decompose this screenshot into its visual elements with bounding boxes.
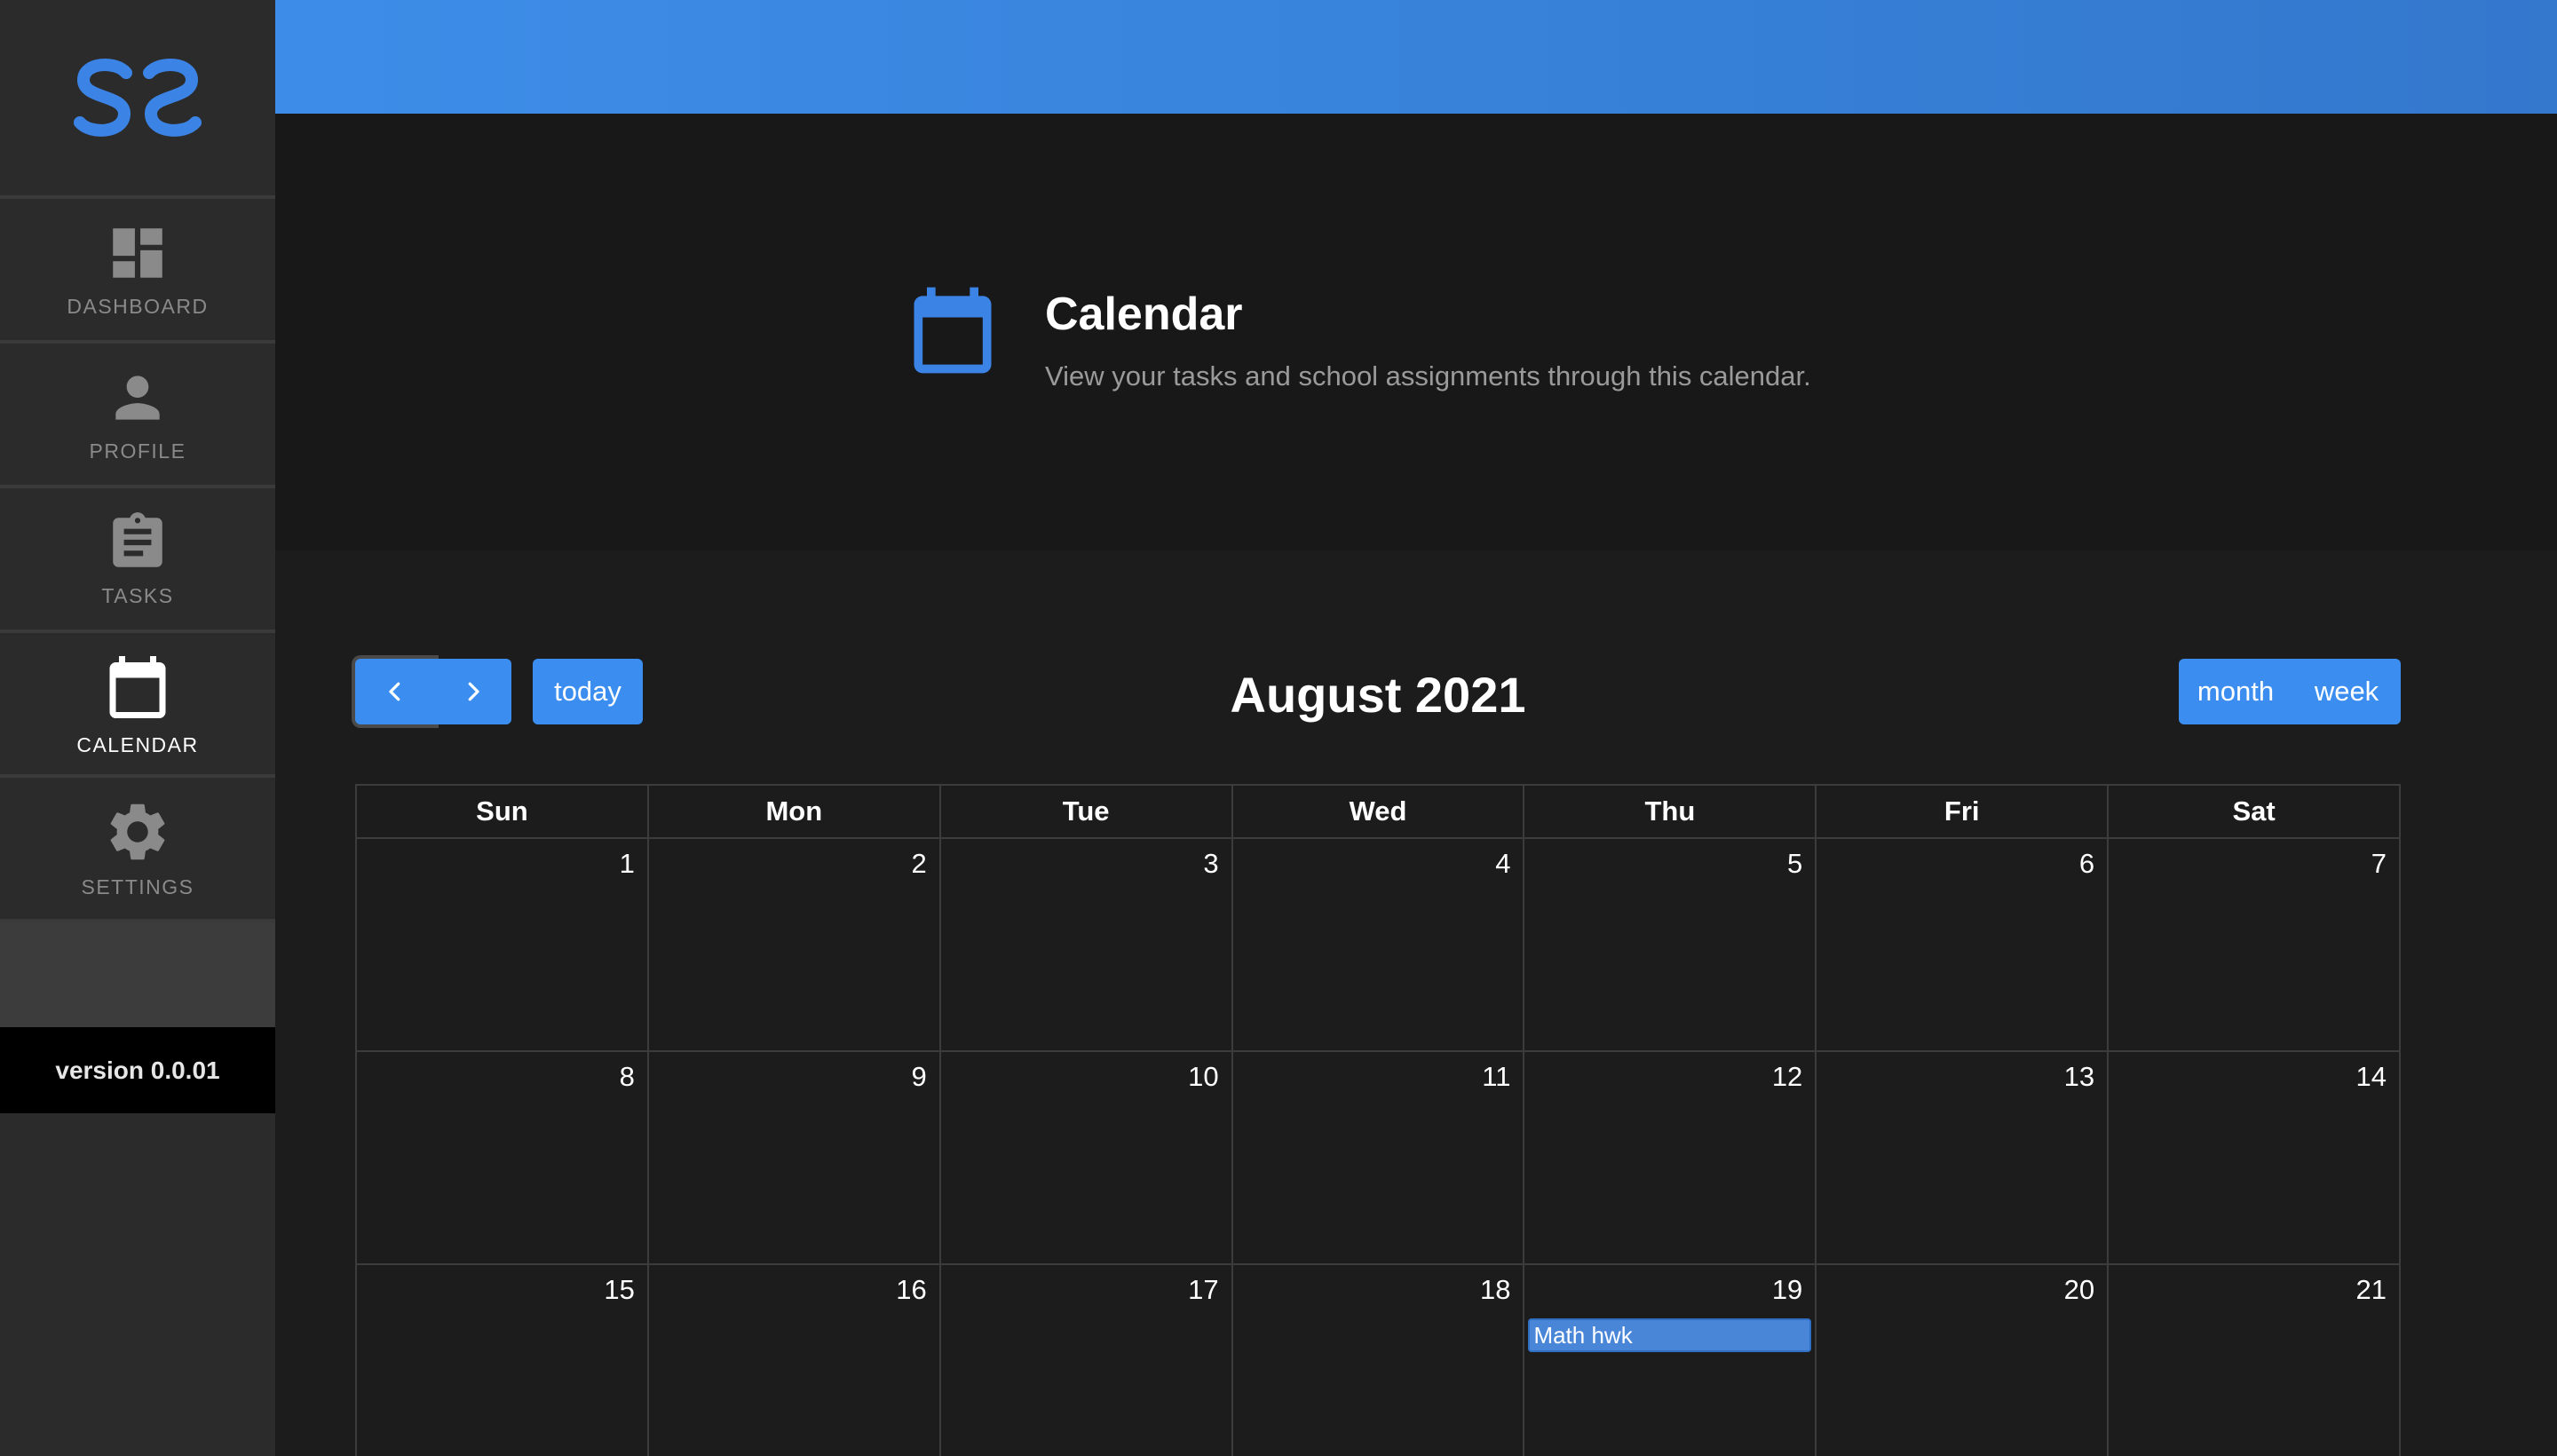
view-switcher: month week: [2179, 659, 2401, 724]
day-number[interactable]: 5: [1787, 848, 1802, 880]
sidebar-item-label: CALENDAR: [76, 733, 199, 756]
page-title: Calendar: [1045, 289, 1243, 340]
day-cell[interactable]: 21: [2109, 1265, 2402, 1456]
day-cell[interactable]: 20: [1817, 1265, 2110, 1456]
day-number[interactable]: 13: [2064, 1061, 2094, 1093]
day-cell[interactable]: 5: [1524, 839, 1817, 1052]
sidebar-item-calendar[interactable]: CALENDAR: [0, 633, 275, 778]
day-number[interactable]: 2: [911, 848, 926, 880]
sidebar-item-label: DASHBOARD: [67, 295, 209, 318]
day-cell[interactable]: 15: [357, 1265, 649, 1456]
day-cell[interactable]: 4: [1232, 839, 1525, 1052]
day-cell[interactable]: 10: [940, 1052, 1233, 1265]
month-view-button[interactable]: month: [2179, 659, 2292, 724]
sidebar-item-dashboard[interactable]: DASHBOARD: [0, 199, 275, 344]
weekday-header: Thu: [1524, 786, 1817, 839]
day-number[interactable]: 18: [1480, 1274, 1510, 1306]
day-number[interactable]: 10: [1188, 1061, 1218, 1093]
calendar-container: today August 2021 month week Sun Mon Tue…: [275, 550, 2557, 1456]
day-number[interactable]: 1: [620, 848, 635, 880]
weekday-header: Wed: [1232, 786, 1525, 839]
version-label: version 0.0.01: [0, 1027, 275, 1113]
day-number[interactable]: 17: [1188, 1274, 1218, 1306]
day-number[interactable]: 19: [1772, 1274, 1802, 1306]
calendar-icon: [100, 650, 175, 724]
day-number[interactable]: 16: [896, 1274, 926, 1306]
day-cell[interactable]: 16: [649, 1265, 941, 1456]
sidebar-item-label: PROFILE: [89, 439, 186, 463]
clipboard-icon: [105, 510, 170, 575]
sidebar-item-label: TASKS: [101, 584, 174, 607]
week-row: 15 16 17 18 19 Math hwk 20 21: [357, 1265, 2402, 1456]
day-cell[interactable]: 11: [1232, 1052, 1525, 1265]
today-button[interactable]: today: [533, 659, 643, 724]
day-cell[interactable]: 13: [1817, 1052, 2110, 1265]
top-bar: [275, 0, 2557, 114]
page-header: Calendar View your tasks and school assi…: [275, 114, 2557, 550]
day-cell[interactable]: 14: [2109, 1052, 2402, 1265]
day-cell[interactable]: 8: [357, 1052, 649, 1265]
dashboard-icon: [105, 220, 170, 286]
sidebar-item-label: SETTINGS: [81, 875, 194, 898]
day-cell[interactable]: 1: [357, 839, 649, 1052]
next-month-button[interactable]: [435, 659, 511, 724]
calendar-toolbar: today August 2021 month week: [355, 659, 2401, 728]
day-cell[interactable]: 12: [1524, 1052, 1817, 1265]
weekday-header: Tue: [940, 786, 1233, 839]
calendar-nav-group: [355, 659, 511, 724]
weekday-header: Sun: [357, 786, 649, 839]
day-number[interactable]: 9: [911, 1061, 926, 1093]
sidebar: DASHBOARD PROFILE TASKS CALENDAR SETTING…: [0, 0, 275, 1456]
day-cell[interactable]: 7: [2109, 839, 2402, 1052]
day-cell[interactable]: 3: [940, 839, 1233, 1052]
calendar-event[interactable]: Math hwk: [1528, 1318, 1812, 1352]
prev-month-button[interactable]: [355, 659, 435, 724]
day-number[interactable]: 14: [2356, 1061, 2387, 1093]
day-number[interactable]: 12: [1772, 1061, 1802, 1093]
weekday-header: Sat: [2109, 786, 2402, 839]
person-icon: [105, 365, 170, 431]
week-row: 1 2 3 4 5 6 7: [357, 839, 2402, 1052]
chevron-right-icon: [468, 682, 479, 701]
day-number[interactable]: 4: [1495, 848, 1510, 880]
day-cell[interactable]: 9: [648, 1052, 941, 1265]
day-number[interactable]: 7: [2371, 848, 2387, 880]
day-cell[interactable]: 2: [648, 839, 941, 1052]
calendar-icon: [901, 279, 1004, 386]
day-number[interactable]: 6: [2079, 848, 2094, 880]
sidebar-item-tasks[interactable]: TASKS: [0, 488, 275, 633]
chevron-left-icon: [389, 682, 400, 701]
day-number[interactable]: 11: [1482, 1061, 1510, 1093]
logo[interactable]: [0, 0, 275, 199]
weekday-header: Mon: [648, 786, 941, 839]
weekday-header-row: Sun Mon Tue Wed Thu Fri Sat: [357, 786, 2402, 839]
day-cell[interactable]: 18: [1233, 1265, 1525, 1456]
calendar-title: August 2021: [1230, 667, 1526, 723]
day-number[interactable]: 21: [2356, 1274, 2387, 1306]
day-number[interactable]: 8: [620, 1061, 635, 1093]
day-number[interactable]: 20: [2064, 1274, 2094, 1306]
sidebar-item-settings[interactable]: SETTINGS: [0, 778, 275, 922]
week-view-button[interactable]: week: [2292, 659, 2401, 724]
sidebar-spacer: [0, 922, 275, 1027]
day-number[interactable]: 3: [1203, 848, 1218, 880]
day-cell[interactable]: 6: [1817, 839, 2110, 1052]
calendar-grid: Sun Mon Tue Wed Thu Fri Sat 1 2 3 4 5 6 …: [355, 784, 2402, 1456]
version-text: version 0.0.01: [55, 1056, 220, 1084]
day-cell[interactable]: 19 Math hwk: [1524, 1265, 1817, 1456]
day-number[interactable]: 15: [604, 1274, 634, 1306]
day-cell[interactable]: 17: [941, 1265, 1233, 1456]
page-subtitle: View your tasks and school assignments t…: [1045, 360, 1811, 392]
sidebar-item-profile[interactable]: PROFILE: [0, 344, 275, 488]
week-row: 8 9 10 11 12 13 14: [357, 1052, 2402, 1265]
ss-logo-icon: [74, 59, 202, 137]
gear-icon: [103, 797, 172, 866]
weekday-header: Fri: [1817, 786, 2110, 839]
